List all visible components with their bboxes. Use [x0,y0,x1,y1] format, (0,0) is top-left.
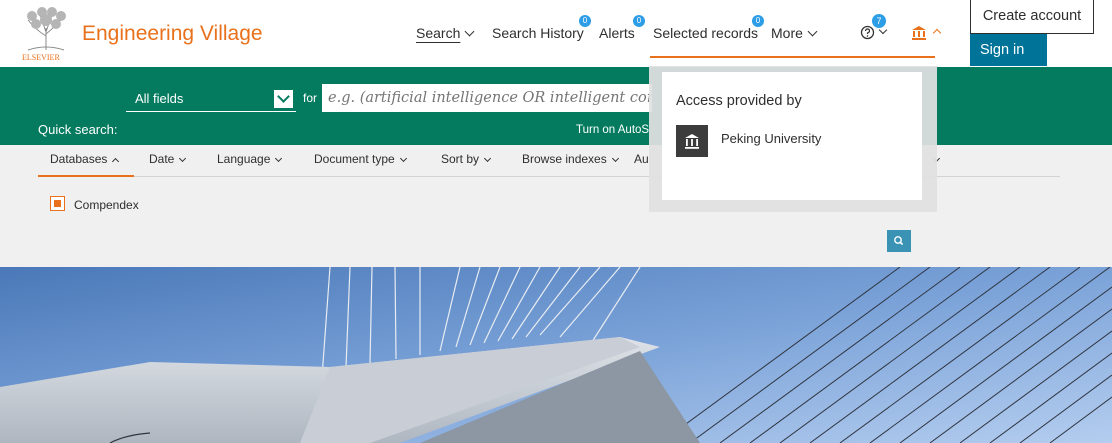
chevron-down-icon [399,154,407,163]
compendex-label: Compendex [74,198,139,212]
chevron-down-icon [483,154,492,163]
filter-sort-by[interactable]: Sort by [441,152,492,166]
brand-title[interactable]: Engineering Village [82,22,263,46]
chevron-down-icon[interactable] [878,25,888,35]
search-button[interactable] [887,230,911,252]
chevron-up-icon[interactable] [932,28,942,38]
quick-search-label: Quick search: [38,122,118,137]
filter-date[interactable]: Date [149,152,187,166]
selected-records-count-badge: 0 [752,15,764,27]
chevron-down-icon [464,26,475,37]
bridge-hero-image [0,267,1112,443]
institution-icon[interactable] [911,25,927,40]
search-history-count-badge: 0 [579,15,591,27]
filter-browse-indexes[interactable]: Browse indexes [522,152,619,166]
nav-selected-records-label: Selected records [653,25,759,41]
nav-selected-records[interactable]: Selected records [653,25,758,41]
chevron-down-icon [611,154,619,163]
search-field-select[interactable]: All fields [126,84,296,112]
elsevier-logo[interactable]: ELSEVIER [20,6,72,62]
for-label: for [303,91,318,105]
filter-language-label: Language [217,152,271,166]
filter-browse-indexes-label: Browse indexes [522,152,607,166]
chevron-up-icon [112,157,120,166]
chevron-down-icon [179,154,187,163]
filter-autostemming[interactable]: Au [634,152,649,166]
institution-menu-active-underline [650,56,935,58]
filter-databases[interactable]: Databases [50,152,120,166]
nav-more[interactable]: More [771,25,818,41]
filter-databases-label: Databases [50,152,108,166]
search-field-value: All fields [135,91,184,106]
help-icon[interactable] [860,25,875,40]
autosuggest-toggle[interactable]: Turn on AutoS [576,124,649,136]
filter-active-underline [38,175,134,177]
nav-search-label: Search [416,25,461,41]
nav-more-label: More [771,25,803,41]
chevron-down-icon [807,26,818,37]
institution-icon [676,125,708,157]
compendex-checkbox[interactable] [50,196,65,211]
svg-text:ELSEVIER: ELSEVIER [22,53,60,62]
filter-sort-by-label: Sort by [441,152,480,166]
search-query-input[interactable] [322,84,652,112]
filter-document-type-label: Document type [314,152,395,166]
chevron-down-icon[interactable] [274,90,293,108]
nav-search[interactable]: Search [416,25,475,41]
filter-document-type[interactable]: Document type [314,152,407,166]
filter-date-label: Date [149,152,175,166]
sign-in-button[interactable]: Sign in [970,34,1047,66]
filter-autostemming-label: Au [634,152,649,166]
create-account-button[interactable]: Create account [970,0,1094,34]
chevron-down-icon [275,154,283,163]
filter-language[interactable]: Language [217,152,283,166]
top-header: ELSEVIER Engineering Village Search Sear… [0,0,1112,67]
institution-name[interactable]: Peking University [721,131,821,146]
nav-search-history[interactable]: Search History [492,25,584,41]
alerts-count-badge: 0 [633,15,645,27]
access-provided-title: Access provided by [676,93,802,109]
nav-alerts-label: Alerts [599,25,635,41]
nav-search-history-label: Search History [492,25,584,41]
nav-alerts[interactable]: Alerts [599,25,635,41]
